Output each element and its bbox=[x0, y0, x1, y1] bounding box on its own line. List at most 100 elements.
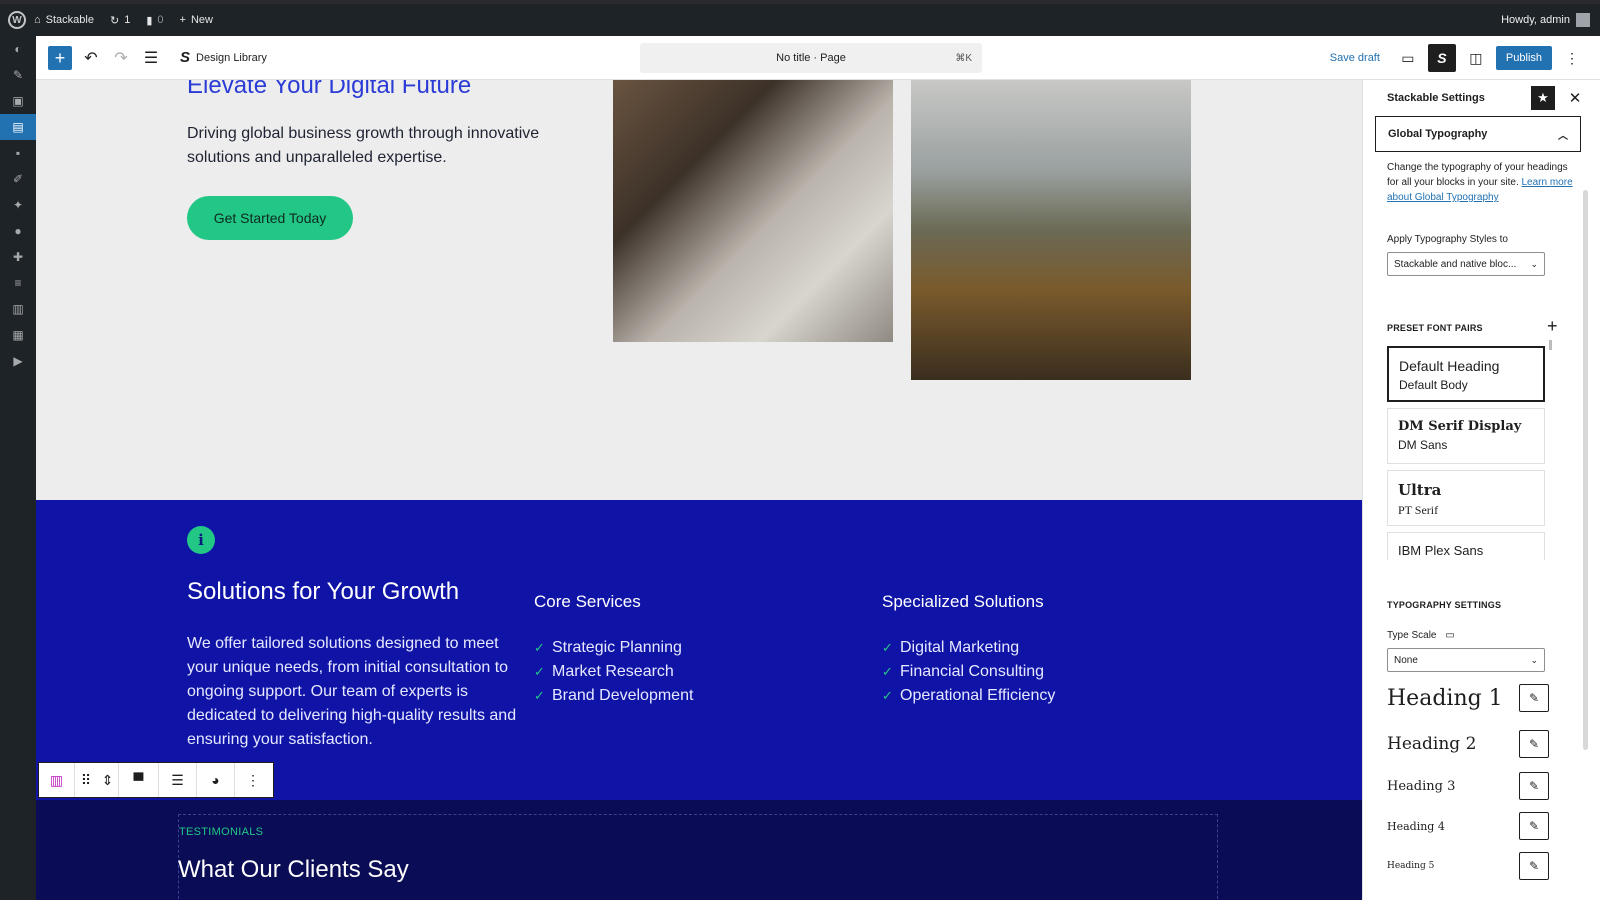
appearance-icon[interactable]: ✐ bbox=[0, 166, 36, 192]
design-library-button[interactable]: S Design Library bbox=[180, 49, 267, 66]
block-layout-icon[interactable]: ▀ bbox=[119, 763, 159, 797]
list-item[interactable]: ✓ Digital Marketing bbox=[882, 636, 1055, 660]
testimonials-label[interactable]: TESTIMONIALS bbox=[179, 826, 263, 838]
mountain-valley-image[interactable] bbox=[911, 80, 1191, 380]
redo-button[interactable]: ↷ bbox=[106, 43, 136, 73]
home-icon: ⌂ bbox=[34, 14, 41, 26]
comments-link[interactable]: ▮ 0 bbox=[138, 4, 171, 36]
list-item-label: Brand Development bbox=[552, 687, 694, 704]
table-icon[interactable]: ▦ bbox=[0, 322, 36, 348]
core-services-list: ✓ Strategic Planning ✓ Market Research ✓ Br… bbox=[534, 636, 693, 708]
edit-pencil-icon[interactable]: ✎ bbox=[1519, 772, 1549, 800]
list-item[interactable]: ✓ Strategic Planning bbox=[534, 636, 693, 660]
font-pair-dm-serif[interactable]: DM Serif Display DM Sans bbox=[1387, 408, 1545, 464]
list-item-label: Operational Efficiency bbox=[900, 687, 1056, 704]
more-options-icon[interactable]: ⋮ bbox=[1558, 44, 1586, 72]
plugins-icon[interactable]: ✦ bbox=[0, 192, 36, 218]
heading-5-row: Heading 5 ✎ bbox=[1387, 848, 1553, 884]
pages-icon[interactable]: ▤ bbox=[0, 114, 36, 140]
font-pair-ultra[interactable]: Ultra PT Serif bbox=[1387, 470, 1545, 526]
heading-1-row: Heading 1 ✎ bbox=[1387, 680, 1553, 716]
font-pairs-scrollbar[interactable] bbox=[1549, 340, 1552, 350]
save-draft-button[interactable]: Save draft bbox=[1330, 52, 1380, 64]
document-title-bar[interactable]: No title · Page ⌘K bbox=[640, 43, 982, 73]
font-pair-body: Default Body bbox=[1399, 378, 1468, 392]
admin-bar: W ⌂ Stackable ↻ 1 ▮ 0 + New Howdy, admin bbox=[0, 4, 1600, 36]
align-icon[interactable]: ☰ bbox=[159, 763, 197, 797]
stackable-styles-icon[interactable]: ◕ bbox=[197, 763, 235, 797]
type-scale-value: None bbox=[1394, 654, 1418, 666]
check-icon: ✓ bbox=[534, 664, 545, 679]
document-overview-button[interactable]: ☰ bbox=[136, 43, 166, 73]
columns-block-icon[interactable]: ▥ bbox=[39, 763, 75, 797]
list-item[interactable]: ✓ Brand Development bbox=[534, 684, 693, 708]
updates-link[interactable]: ↻ 1 bbox=[102, 4, 138, 36]
star-icon[interactable]: ★ bbox=[1531, 86, 1555, 110]
site-name-link[interactable]: ⌂ Stackable bbox=[26, 4, 102, 36]
check-icon: ✓ bbox=[882, 688, 893, 703]
more-options-icon[interactable]: ⋮ bbox=[235, 763, 271, 797]
updates-icon: ↻ bbox=[109, 14, 120, 27]
font-pair-default[interactable]: Default Heading Default Body bbox=[1387, 346, 1545, 402]
wordpress-logo-icon[interactable]: W bbox=[8, 11, 26, 29]
testimonials-heading[interactable]: What Our Clients Say bbox=[178, 856, 409, 884]
apply-styles-label: Apply Typography Styles to bbox=[1387, 234, 1508, 245]
updates-count: 1 bbox=[124, 14, 131, 26]
comments-icon[interactable]: ▪ bbox=[0, 140, 36, 166]
block-inserter-button[interactable]: + bbox=[48, 45, 72, 70]
list-item-label: Market Research bbox=[552, 663, 674, 680]
desktop-icon[interactable]: ▭ bbox=[1445, 630, 1454, 641]
font-pair-body: DM Sans bbox=[1398, 438, 1448, 452]
new-content-link[interactable]: + New bbox=[172, 4, 221, 36]
sidebar-toggle-icon[interactable]: ◫ bbox=[1462, 44, 1490, 72]
command-shortcut: ⌘K bbox=[955, 52, 972, 64]
add-font-pair-icon[interactable]: + bbox=[1547, 316, 1558, 337]
close-icon[interactable]: ✕ bbox=[1563, 86, 1587, 110]
stackable-icon[interactable]: ▥ bbox=[0, 296, 36, 322]
stackable-settings-icon[interactable]: S bbox=[1427, 44, 1456, 72]
edit-pencil-icon[interactable]: ✎ bbox=[1519, 812, 1549, 840]
tools-icon[interactable]: ✚ bbox=[0, 244, 36, 270]
admin-menu: ◐ ✎ ▣ ▤ ▪ ✐ ✦ ● ✚ ≡ ▥ ▦ ▶ bbox=[0, 36, 36, 900]
media-icon[interactable]: ▣ bbox=[0, 88, 36, 114]
hero-description[interactable]: Driving global business growth through i… bbox=[187, 122, 577, 170]
font-pair-body: PT Serif bbox=[1398, 503, 1439, 517]
plus-icon: + bbox=[179, 14, 186, 26]
list-item[interactable]: ✓ Financial Consulting bbox=[882, 660, 1055, 684]
settings-sidebar: Stackable Settings ★ ✕ Global Typography… bbox=[1362, 80, 1600, 900]
comment-icon: ▮ bbox=[146, 14, 153, 27]
account-menu[interactable]: Howdy, admin bbox=[1501, 13, 1600, 27]
font-pair-heading: Ultra bbox=[1398, 481, 1442, 499]
list-item[interactable]: ✓ Operational Efficiency bbox=[882, 684, 1055, 708]
apply-styles-select[interactable]: Stackable and native bloc... ⌄ bbox=[1387, 252, 1545, 276]
solutions-heading[interactable]: Solutions for Your Growth bbox=[187, 578, 459, 606]
hero-heading[interactable]: Elevate Your Digital Future bbox=[187, 80, 471, 100]
dashboard-icon[interactable]: ◐ bbox=[0, 36, 36, 62]
font-pair-ibm-plex[interactable]: IBM Plex Sans bbox=[1387, 532, 1545, 560]
apply-styles-value: Stackable and native bloc... bbox=[1394, 258, 1517, 270]
global-typography-panel-toggle[interactable]: Global Typography ︿ bbox=[1375, 116, 1581, 152]
move-up-down-icon[interactable]: ⇕ bbox=[97, 763, 119, 797]
solutions-description[interactable]: We offer tailored solutions designed to … bbox=[187, 632, 517, 764]
play-icon[interactable]: ▶ bbox=[0, 348, 36, 374]
mountain-rocks-image[interactable] bbox=[613, 80, 893, 342]
list-item[interactable]: ✓ Market Research bbox=[534, 660, 693, 684]
edit-pencil-icon[interactable]: ✎ bbox=[1519, 730, 1549, 758]
edit-pencil-icon[interactable]: ✎ bbox=[1519, 684, 1549, 712]
core-services-heading[interactable]: Core Services bbox=[534, 592, 641, 612]
preview-icon[interactable]: ▭ bbox=[1394, 44, 1422, 72]
settings-icon[interactable]: ≡ bbox=[0, 270, 36, 296]
get-started-button[interactable]: Get Started Today bbox=[187, 196, 353, 240]
specialized-solutions-heading[interactable]: Specialized Solutions bbox=[882, 592, 1044, 612]
undo-button[interactable]: ↶ bbox=[76, 43, 106, 73]
pin-icon[interactable]: ✎ bbox=[0, 62, 36, 88]
drag-handle-icon[interactable]: ⠿ bbox=[75, 763, 97, 797]
users-icon[interactable]: ● bbox=[0, 218, 36, 244]
new-label: New bbox=[190, 14, 213, 26]
type-scale-select[interactable]: None ⌄ bbox=[1387, 648, 1545, 672]
testimonials-section: TESTIMONIALS What Our Clients Say bbox=[36, 800, 1362, 900]
publish-button[interactable]: Publish bbox=[1495, 46, 1552, 70]
sidebar-scrollbar[interactable] bbox=[1583, 190, 1588, 750]
typography-settings-label: TYPOGRAPHY SETTINGS bbox=[1387, 600, 1502, 610]
edit-pencil-icon[interactable]: ✎ bbox=[1519, 852, 1549, 880]
